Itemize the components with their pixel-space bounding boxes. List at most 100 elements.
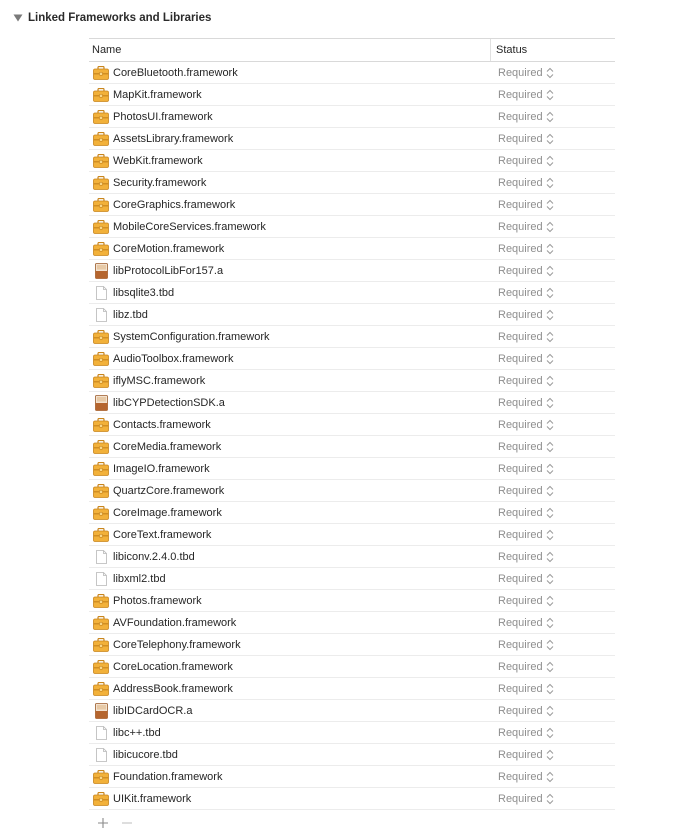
- table-row[interactable]: AudioToolbox.framework Required: [89, 348, 615, 370]
- status-popup-button[interactable]: Required: [498, 793, 554, 805]
- status-popup-button[interactable]: Required: [498, 551, 554, 563]
- table-row[interactable]: SystemConfiguration.framework Required: [89, 326, 615, 348]
- section-header[interactable]: Linked Frameworks and Libraries: [10, 9, 211, 27]
- table-row[interactable]: libCYPDetectionSDK.a Required: [89, 392, 615, 414]
- table-row[interactable]: CoreMotion.framework Required: [89, 238, 615, 260]
- up-down-chevron-icon: [546, 67, 554, 79]
- status-popup-button[interactable]: Required: [498, 573, 554, 585]
- status-popup-button[interactable]: Required: [498, 287, 554, 299]
- table-row[interactable]: Contacts.framework Required: [89, 414, 615, 436]
- table-row[interactable]: libsqlite3.tbd Required: [89, 282, 615, 304]
- status-popup-button[interactable]: Required: [498, 749, 554, 761]
- table-row[interactable]: CoreGraphics.framework Required: [89, 194, 615, 216]
- file-name: AudioToolbox.framework: [113, 352, 234, 365]
- table-row[interactable]: libz.tbd Required: [89, 304, 615, 326]
- status-value: Required: [498, 682, 543, 695]
- table-row[interactable]: Photos.framework Required: [89, 590, 615, 612]
- table-row[interactable]: Security.framework Required: [89, 172, 615, 194]
- table-row[interactable]: libProtocolLibFor157.a Required: [89, 260, 615, 282]
- framework-icon: [93, 87, 109, 103]
- table-row[interactable]: ImageIO.framework Required: [89, 458, 615, 480]
- status-popup-button[interactable]: Required: [498, 771, 554, 783]
- status-popup-button[interactable]: Required: [498, 639, 554, 651]
- status-popup-button[interactable]: Required: [498, 661, 554, 673]
- status-popup-button[interactable]: Required: [498, 727, 554, 739]
- up-down-chevron-icon: [546, 507, 554, 519]
- table-row[interactable]: MobileCoreServices.framework Required: [89, 216, 615, 238]
- static-library-icon: [93, 262, 109, 279]
- table-row[interactable]: CoreLocation.framework Required: [89, 656, 615, 678]
- linked-frameworks-table: Name Status CoreBluetooth.framework Requi…: [89, 38, 615, 810]
- status-popup-button[interactable]: Required: [498, 67, 554, 79]
- table-row[interactable]: CoreBluetooth.framework Required: [89, 62, 615, 84]
- table-row[interactable]: CoreTelephony.framework Required: [89, 634, 615, 656]
- table-row[interactable]: libIDCardOCR.a Required: [89, 700, 615, 722]
- table-row[interactable]: AddressBook.framework Required: [89, 678, 615, 700]
- name-cell: UIKit.framework: [89, 791, 494, 807]
- add-button[interactable]: +: [95, 815, 111, 831]
- status-popup-button[interactable]: Required: [498, 617, 554, 629]
- framework-icon: [93, 505, 109, 521]
- file-name: libz.tbd: [113, 308, 148, 321]
- table-row[interactable]: CoreText.framework Required: [89, 524, 615, 546]
- table-row[interactable]: MapKit.framework Required: [89, 84, 615, 106]
- status-popup-button[interactable]: Required: [498, 309, 554, 321]
- table-row[interactable]: WebKit.framework Required: [89, 150, 615, 172]
- table-row[interactable]: QuartzCore.framework Required: [89, 480, 615, 502]
- table-row[interactable]: PhotosUI.framework Required: [89, 106, 615, 128]
- status-popup-button[interactable]: Required: [498, 331, 554, 343]
- status-popup-button[interactable]: Required: [498, 265, 554, 277]
- status-cell: Required: [494, 133, 554, 145]
- status-popup-button[interactable]: Required: [498, 243, 554, 255]
- status-popup-button[interactable]: Required: [498, 155, 554, 167]
- status-cell: Required: [494, 375, 554, 387]
- table-row[interactable]: Foundation.framework Required: [89, 766, 615, 788]
- table-row[interactable]: libxml2.tbd Required: [89, 568, 615, 590]
- status-popup-button[interactable]: Required: [498, 419, 554, 431]
- table-row[interactable]: AVFoundation.framework Required: [89, 612, 615, 634]
- table-row[interactable]: libicucore.tbd Required: [89, 744, 615, 766]
- table-row[interactable]: libiconv.2.4.0.tbd Required: [89, 546, 615, 568]
- status-popup-button[interactable]: Required: [498, 595, 554, 607]
- status-popup-button[interactable]: Required: [498, 683, 554, 695]
- table-row[interactable]: iflyMSC.framework Required: [89, 370, 615, 392]
- status-popup-button[interactable]: Required: [498, 507, 554, 519]
- up-down-chevron-icon: [546, 617, 554, 629]
- status-popup-button[interactable]: Required: [498, 221, 554, 233]
- status-popup-button[interactable]: Required: [498, 705, 554, 717]
- status-cell: Required: [494, 507, 554, 519]
- status-popup-button[interactable]: Required: [498, 111, 554, 123]
- status-popup-button[interactable]: Required: [498, 177, 554, 189]
- file-name: AVFoundation.framework: [113, 616, 237, 629]
- status-popup-button[interactable]: Required: [498, 199, 554, 211]
- status-popup-button[interactable]: Required: [498, 375, 554, 387]
- table-row[interactable]: UIKit.framework Required: [89, 788, 615, 810]
- file-name: PhotosUI.framework: [113, 110, 213, 123]
- table-row[interactable]: CoreMedia.framework Required: [89, 436, 615, 458]
- status-value: Required: [498, 770, 543, 783]
- status-popup-button[interactable]: Required: [498, 485, 554, 497]
- status-popup-button[interactable]: Required: [498, 441, 554, 453]
- file-name: CoreImage.framework: [113, 506, 222, 519]
- name-cell: CoreLocation.framework: [89, 659, 494, 675]
- up-down-chevron-icon: [546, 111, 554, 123]
- name-cell: libc++.tbd: [89, 725, 494, 741]
- status-popup-button[interactable]: Required: [498, 89, 554, 101]
- status-popup-button[interactable]: Required: [498, 463, 554, 475]
- column-header-name[interactable]: Name: [89, 39, 491, 61]
- remove-button[interactable]: −: [119, 815, 135, 831]
- table-row[interactable]: libc++.tbd Required: [89, 722, 615, 744]
- table-row[interactable]: CoreImage.framework Required: [89, 502, 615, 524]
- disclosure-triangle-icon[interactable]: [10, 10, 26, 26]
- status-popup-button[interactable]: Required: [498, 397, 554, 409]
- up-down-chevron-icon: [546, 529, 554, 541]
- status-value: Required: [498, 616, 543, 629]
- framework-icon: [93, 197, 109, 213]
- column-header-status[interactable]: Status: [491, 39, 527, 61]
- status-popup-button[interactable]: Required: [498, 529, 554, 541]
- status-popup-button[interactable]: Required: [498, 353, 554, 365]
- status-value: Required: [498, 132, 543, 145]
- table-row[interactable]: AssetsLibrary.framework Required: [89, 128, 615, 150]
- file-name: MobileCoreServices.framework: [113, 220, 266, 233]
- status-popup-button[interactable]: Required: [498, 133, 554, 145]
